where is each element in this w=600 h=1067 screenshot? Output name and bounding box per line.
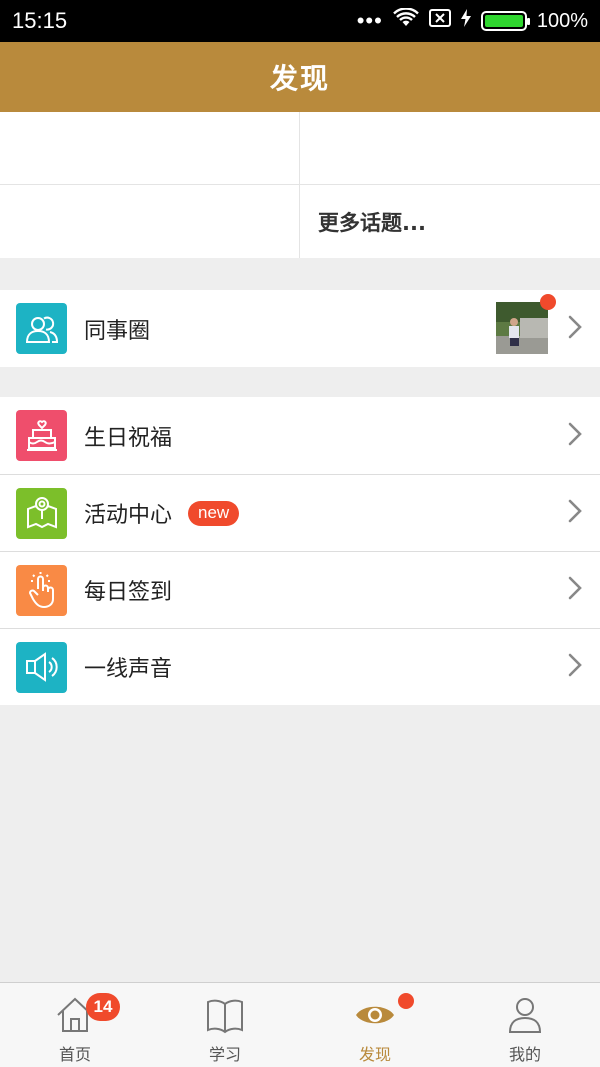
nav-me[interactable]: 我的 <box>450 983 600 1067</box>
battery-icon <box>480 11 530 31</box>
birthday-cake-icon <box>16 410 67 461</box>
chevron-right-icon <box>568 499 582 527</box>
topic-cell[interactable] <box>0 112 300 185</box>
menu-item-label: 活动中心 <box>84 503 173 528</box>
unread-dot <box>540 294 556 310</box>
page-title: 发现 <box>269 62 330 95</box>
chevron-right-icon <box>568 422 582 450</box>
chevron-right-icon <box>568 653 582 681</box>
menu-item-label: 每日签到 <box>84 580 173 605</box>
activity-map-icon <box>16 487 67 539</box>
nav-study[interactable]: 学习 <box>150 983 300 1067</box>
wifi-icon <box>392 7 419 34</box>
user-icon <box>505 993 545 1037</box>
charging-icon <box>460 9 471 33</box>
tap-hand-icon <box>16 564 67 616</box>
bottom-nav: 14 首页 学习 发现 我的 <box>0 982 600 1067</box>
battery-text: 100% <box>536 9 588 32</box>
battery-level <box>484 15 523 27</box>
menu-item-label: 一线声音 <box>84 657 173 682</box>
eye-icon <box>355 993 395 1037</box>
nav-label: 首页 <box>58 1045 91 1064</box>
topic-cell[interactable] <box>0 185 300 258</box>
notification-count-badge: 14 <box>86 993 120 1021</box>
nav-discover[interactable]: 发现 <box>300 983 450 1067</box>
app-header: 发现 <box>0 42 600 112</box>
moments-group: 同事圈 <box>0 290 600 367</box>
topic-cell[interactable] <box>300 112 600 185</box>
book-icon <box>205 993 245 1037</box>
nav-home[interactable]: 14 首页 <box>0 983 150 1067</box>
nav-label: 我的 <box>508 1045 541 1064</box>
people-icon <box>16 303 67 354</box>
menu-item-activity[interactable]: 活动中心 new <box>0 474 600 551</box>
nav-label: 学习 <box>208 1045 241 1064</box>
more-dots-icon: ••• <box>356 8 383 33</box>
chevron-right-icon <box>568 315 582 343</box>
topic-grid: 更多话题... <box>0 112 600 258</box>
moments-label: 同事圈 <box>84 318 151 344</box>
menu-item-checkin[interactable]: 每日签到 <box>0 551 600 628</box>
status-time: 15:15 <box>12 8 68 33</box>
status-icons: ••• 100% <box>356 7 588 34</box>
nav-label: 发现 <box>358 1045 391 1064</box>
status-bar: 15:15 ••• 100% <box>0 0 600 42</box>
chevron-right-icon <box>568 576 582 604</box>
moments-item[interactable]: 同事圈 <box>0 290 600 367</box>
unread-dot <box>398 993 414 1009</box>
megaphone-icon <box>16 641 67 693</box>
new-badge: new <box>188 500 240 526</box>
moments-photo <box>496 302 550 354</box>
moments-thumbnail <box>496 294 556 354</box>
menu-item-birthday[interactable]: 生日祝福 <box>0 397 600 474</box>
menu-item-label: 生日祝福 <box>84 425 173 451</box>
no-sim-icon <box>428 9 451 33</box>
more-topics-link[interactable]: 更多话题... <box>300 185 600 258</box>
menu-item-voice[interactable]: 一线声音 <box>0 628 600 705</box>
menu-group: 生日祝福 活动中心 new 每日签到 一线声音 <box>0 397 600 705</box>
